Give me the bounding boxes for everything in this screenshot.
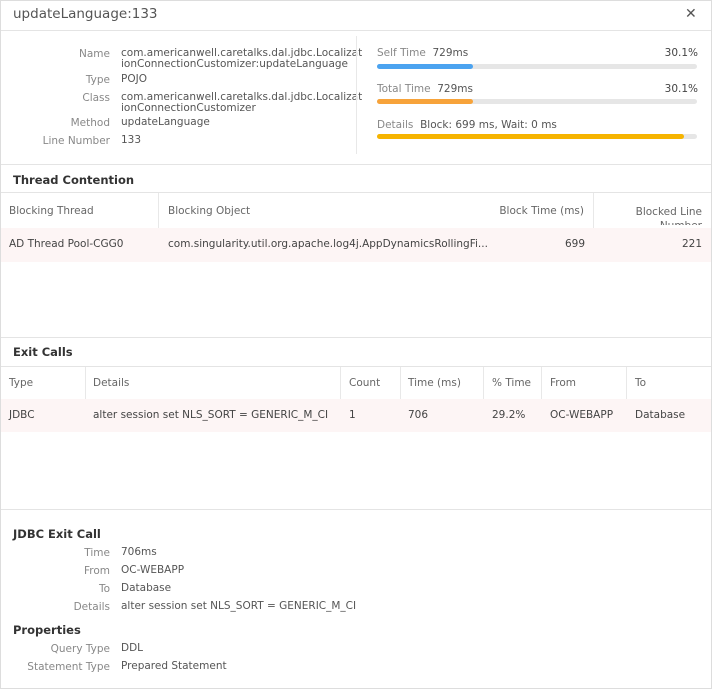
total-time-bar-fill	[377, 99, 474, 104]
col-to[interactable]: To	[635, 377, 646, 389]
column-divider	[483, 367, 484, 399]
jdbc-details-value: alter session set NLS_SORT = GENERIC_M_C…	[121, 600, 357, 612]
col-from[interactable]: From	[550, 377, 576, 389]
details-bar	[377, 134, 697, 139]
col-count[interactable]: Count	[349, 377, 380, 389]
divider	[1, 337, 711, 338]
jdbc-from-label: From	[83, 565, 110, 577]
column-divider	[593, 193, 594, 228]
self-time-label: Self Time 729ms	[377, 47, 468, 59]
column-divider	[85, 367, 86, 399]
total-time-label: Total Time 729ms	[377, 83, 473, 95]
close-icon[interactable]: ✕	[685, 6, 697, 22]
self-time-bar-fill	[377, 64, 474, 69]
jdbc-to-value: Database	[121, 582, 172, 594]
class-value: com.americanwell.caretalks.dal.jdbc.Loca…	[121, 92, 362, 114]
self-time-percent: 30.1%	[664, 47, 698, 59]
name-value: com.americanwell.caretalks.dal.jdbc.Loca…	[121, 48, 362, 70]
column-divider	[400, 367, 401, 399]
vertical-divider	[356, 36, 357, 154]
details-label-text: Details	[377, 119, 414, 131]
cell-blocking-object: com.singularity.util.org.apache.log4j.Ap…	[168, 238, 488, 250]
method-value: updateLanguage	[121, 116, 210, 128]
divider	[1, 509, 711, 510]
jdbc-exit-call-title: JDBC Exit Call	[13, 527, 101, 541]
dialog-title: updateLanguage:133	[13, 6, 158, 22]
details-value: Block: 699 ms, Wait: 0 ms	[420, 119, 557, 131]
properties-statement-type-label: Statement Type	[27, 661, 110, 673]
exit-calls-title: Exit Calls	[13, 345, 73, 359]
cell-to: Database	[635, 409, 686, 421]
properties-query-type-label: Query Type	[50, 643, 110, 655]
jdbc-to-label: To	[98, 583, 110, 595]
name-value-line2: ionConnectionCustomizer:updateLanguage	[121, 58, 349, 70]
method-label: Method	[70, 117, 110, 129]
divider	[1, 366, 711, 367]
jdbc-time-value: 706ms	[121, 546, 157, 558]
cell-type: JDBC	[9, 409, 35, 421]
cell-from: OC-WEBAPP	[550, 409, 614, 421]
column-divider	[541, 367, 542, 399]
divider	[1, 192, 711, 193]
cell-count: 1	[349, 409, 356, 421]
column-divider	[340, 367, 341, 399]
jdbc-from-value: OC-WEBAPP	[121, 564, 185, 576]
divider	[1, 30, 711, 31]
thread-contention-title: Thread Contention	[13, 173, 135, 187]
line-number-value: 133	[121, 134, 142, 146]
total-time-value: 729ms	[437, 83, 473, 95]
cell-details: alter session set NLS_SORT = GENERIC_M_C…	[93, 409, 329, 421]
col-blocked-line[interactable]: Blocked Line Number	[602, 205, 702, 225]
self-time-bar	[377, 64, 697, 69]
divider	[1, 164, 711, 165]
jdbc-details-label: Details	[73, 601, 110, 613]
table-row[interactable]: JDBC alter session set NLS_SORT = GENERIC…	[1, 399, 711, 432]
cell-time: 706	[408, 409, 429, 421]
self-time-value: 729ms	[432, 47, 469, 59]
class-value-line2: ionConnectionCustomizer	[121, 102, 256, 114]
cell-block-time: 699	[564, 238, 585, 250]
col-time[interactable]: Time (ms)	[408, 377, 461, 389]
cell-blocking-thread: AD Thread Pool-CGG0	[9, 238, 124, 250]
name-label: Name	[79, 48, 110, 60]
column-divider	[158, 193, 159, 228]
cell-blocked-line: 221	[681, 238, 702, 250]
properties-statement-type-value: Prepared Statement	[121, 660, 227, 672]
properties-query-type-value: DDL	[121, 642, 144, 654]
total-time-bar	[377, 99, 697, 104]
properties-title: Properties	[13, 623, 81, 637]
table-row[interactable]: AD Thread Pool-CGG0 com.singularity.util…	[1, 228, 711, 262]
col-blocking-object[interactable]: Blocking Object	[168, 205, 250, 217]
cell-percent-time: 29.2%	[492, 409, 526, 421]
class-label: Class	[82, 92, 110, 104]
self-time-label-text: Self Time	[377, 47, 426, 59]
col-percent-time[interactable]: % Time	[492, 377, 531, 389]
line-number-label: Line Number	[42, 135, 110, 147]
details-label: Details Block: 699 ms, Wait: 0 ms	[377, 119, 557, 131]
details-bar-fill	[377, 134, 685, 139]
jdbc-time-label: Time	[84, 547, 110, 559]
col-type[interactable]: Type	[9, 377, 33, 389]
type-label: Type	[85, 74, 110, 86]
total-time-percent: 30.1%	[664, 83, 698, 95]
col-block-time[interactable]: Block Time (ms)	[499, 205, 584, 217]
col-blocking-thread[interactable]: Blocking Thread	[9, 205, 94, 217]
col-details[interactable]: Details	[93, 377, 129, 389]
total-time-label-text: Total Time	[377, 83, 431, 95]
column-divider	[626, 367, 627, 399]
type-value: POJO	[121, 73, 147, 85]
